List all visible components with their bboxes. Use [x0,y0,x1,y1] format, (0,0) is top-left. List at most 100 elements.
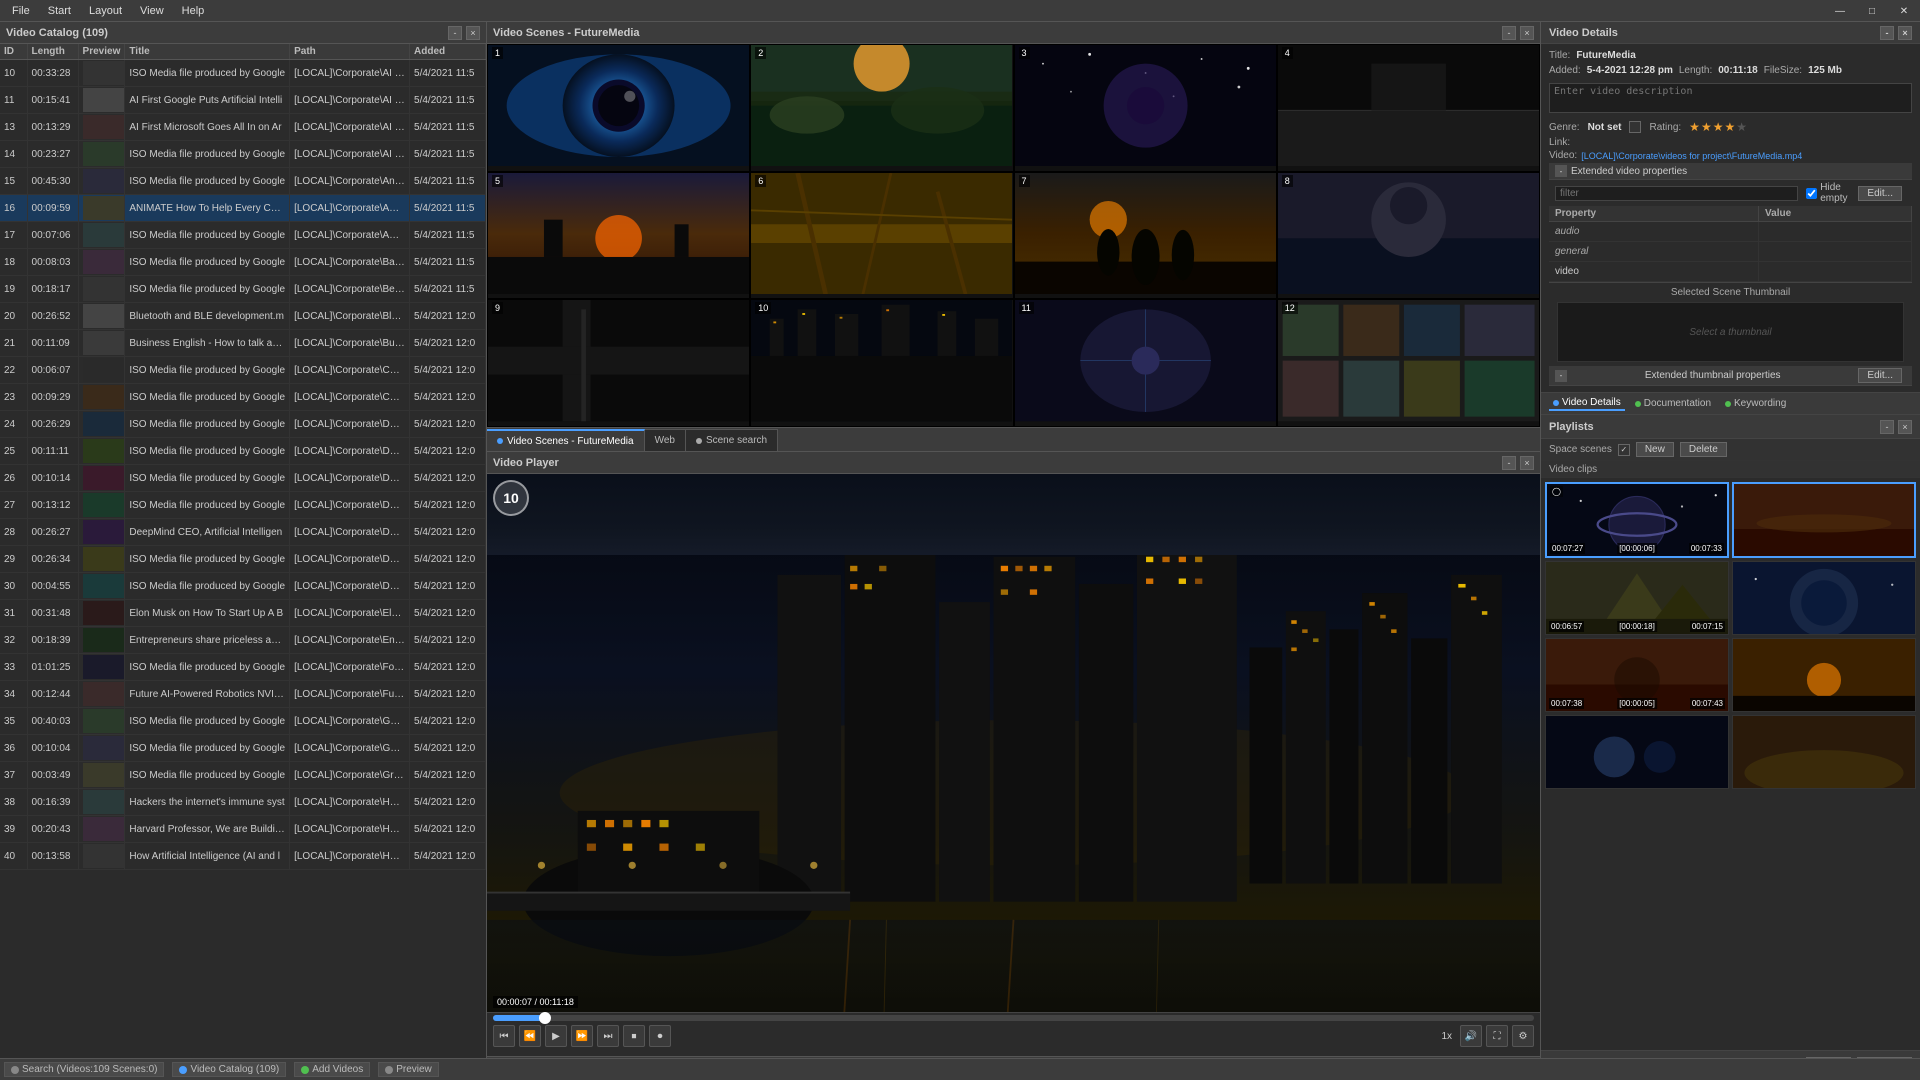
description-textarea[interactable] [1549,83,1912,113]
scene-thumb[interactable]: 2 [750,44,1013,172]
player-minimize-btn[interactable]: - [1502,456,1516,470]
record-button[interactable]: ⏺ [649,1025,671,1047]
table-row[interactable]: 26 00:10:14 ISO Media file produced by G… [0,465,486,492]
scene-thumb[interactable]: 11 [1014,299,1277,427]
table-row[interactable]: 15 00:45:30 ISO Media file produced by G… [0,168,486,195]
table-row[interactable]: 33 01:01:25 ISO Media file produced by G… [0,654,486,681]
table-row[interactable]: 18 00:08:03 ISO Media file produced by G… [0,249,486,276]
table-row[interactable]: 31 00:31:48 Elon Musk on How To Start Up… [0,600,486,627]
scene-thumb[interactable]: 5 [487,172,750,300]
ext-props-header[interactable]: - Extended video properties [1549,163,1912,180]
table-row[interactable]: 35 00:40:03 ISO Media file produced by G… [0,708,486,735]
table-row[interactable]: 13 00:13:29 AI First Microsoft Goes All … [0,114,486,141]
playlists-minimize-btn[interactable]: - [1880,420,1894,434]
table-row[interactable]: 37 00:03:49 ISO Media file produced by G… [0,762,486,789]
playlist-item[interactable]: 00:07:38 [00:00:05] 00:07:43 [1545,638,1729,712]
details-minimize-btn[interactable]: - [1880,26,1894,40]
fullscreen-button[interactable]: ⛶ [1486,1025,1508,1047]
table-row[interactable]: 32 00:18:39 Entrepreneurs share priceles… [0,627,486,654]
menu-view[interactable]: View [132,3,172,19]
table-row[interactable]: 39 00:20:43 Harvard Professor, We are Bu… [0,816,486,843]
prop-filter-input[interactable] [1555,186,1798,201]
table-row[interactable]: 20 00:26:52 Bluetooth and BLE developmen… [0,303,486,330]
playlist-item[interactable] [1545,715,1729,789]
star-1[interactable]: ★ [1689,120,1700,134]
catalog-minimize-btn[interactable]: - [448,26,462,40]
tab-video-details[interactable]: Video Details [1549,396,1625,411]
menu-file[interactable]: File [4,3,38,19]
star-5[interactable]: ★ [1736,120,1747,134]
new-playlist-btn[interactable]: New [1636,442,1674,457]
table-row[interactable]: 16 00:09:59 ANIMATE How To Help Every Ch… [0,195,486,222]
step-forward-button[interactable]: ⏩ [571,1025,593,1047]
stop-button[interactable]: ⏹ [623,1025,645,1047]
progress-handle[interactable] [539,1012,551,1024]
scene-thumb[interactable]: 9 [487,299,750,427]
playlist-item[interactable]: 00:06:57 [00:00:18] 00:07:15 [1545,561,1729,635]
catalog-close-btn[interactable]: × [466,26,480,40]
status-search[interactable]: Search (Videos:109 Scenes:0) [4,1062,164,1077]
player-viewport[interactable]: 10 00:00:07 / 00:11:18 [487,474,1540,1012]
table-row[interactable]: 29 00:26:34 ISO Media file produced by G… [0,546,486,573]
tab-web[interactable]: Web [645,429,686,451]
tab-keywording[interactable]: Keywording [1721,396,1790,411]
table-row[interactable]: 34 00:12:44 Future AI-Powered Robotics N… [0,681,486,708]
star-rating[interactable]: ★ ★ ★ ★ ★ [1689,120,1747,134]
tab-documentation[interactable]: Documentation [1631,396,1715,411]
close-button[interactable]: ✕ [1888,0,1920,22]
skip-forward-button[interactable]: ⏭ [597,1025,619,1047]
table-row[interactable]: 25 00:11:11 ISO Media file produced by G… [0,438,486,465]
star-2[interactable]: ★ [1701,120,1712,134]
table-row[interactable]: 14 00:23:27 ISO Media file produced by G… [0,141,486,168]
step-back-button[interactable]: ⏪ [519,1025,541,1047]
thumb-select-area[interactable]: Select a thumbnail [1557,302,1904,362]
ext-props-toggle[interactable]: - [1555,165,1567,177]
progress-bar[interactable] [493,1015,1534,1021]
star-3[interactable]: ★ [1713,120,1724,134]
details-close-btn[interactable]: × [1898,26,1912,40]
scene-thumb[interactable]: 8 [1277,172,1540,300]
maximize-button[interactable]: □ [1856,0,1888,22]
status-add-videos[interactable]: Add Videos [294,1062,370,1077]
table-row[interactable]: 21 00:11:09 Business English - How to ta… [0,330,486,357]
table-row[interactable]: 40 00:13:58 How Artificial Intelligence … [0,843,486,870]
playlist-item[interactable] [1732,561,1916,635]
star-4[interactable]: ★ [1724,120,1735,134]
volume-button[interactable]: 🔊 [1460,1025,1482,1047]
delete-playlist-btn[interactable]: Delete [1680,442,1727,457]
scene-thumb[interactable]: 3 [1014,44,1277,172]
scene-thumb[interactable]: 1 [487,44,750,172]
ext-thumb-header[interactable]: - Extended thumbnail properties Edit... [1549,366,1912,386]
scene-thumb[interactable]: 10 [750,299,1013,427]
table-row[interactable]: 19 00:18:17 ISO Media file produced by G… [0,276,486,303]
player-close-btn[interactable]: × [1520,456,1534,470]
playlist-item[interactable] [1732,638,1916,712]
tab-scene-search[interactable]: Scene search [686,429,778,451]
scene-thumb[interactable]: 6 [750,172,1013,300]
menu-start[interactable]: Start [40,3,79,19]
edit-button[interactable]: Edit... [1858,186,1902,201]
ext-thumb-edit-btn[interactable]: Edit... [1858,368,1902,383]
scenes-minimize-btn[interactable]: - [1502,26,1516,40]
status-catalog[interactable]: Video Catalog (109) [172,1062,286,1077]
table-row[interactable]: 30 00:04:55 ISO Media file produced by G… [0,573,486,600]
table-row[interactable]: 10 00:33:28 ISO Media file produced by G… [0,60,486,87]
table-row[interactable]: 38 00:16:39 Hackers the internet's immun… [0,789,486,816]
menu-layout[interactable]: Layout [81,3,130,19]
space-scenes-checkbox[interactable]: ✓ [1618,444,1630,456]
table-row[interactable]: 11 00:15:41 AI First Google Puts Artific… [0,87,486,114]
scene-thumb[interactable]: 7 [1014,172,1277,300]
scene-thumb[interactable]: 4 [1277,44,1540,172]
playlist-item[interactable] [1732,482,1916,558]
table-row[interactable]: 27 00:13:12 ISO Media file produced by G… [0,492,486,519]
scene-thumb[interactable]: 12 [1277,299,1540,427]
playlist-item[interactable] [1732,715,1916,789]
hide-empty-checkbox[interactable] [1806,188,1817,199]
minimize-button[interactable]: — [1824,0,1856,22]
status-preview[interactable]: Preview [378,1062,439,1077]
skip-back-button[interactable]: ⏮ [493,1025,515,1047]
table-row[interactable]: 36 00:10:04 ISO Media file produced by G… [0,735,486,762]
catalog-table-container[interactable]: ID Length Preview Title Path Added 10 00… [0,44,486,1058]
table-row[interactable]: 24 00:26:29 ISO Media file produced by G… [0,411,486,438]
playlist-item[interactable]: ◯ 00:07:27 [00:00:06] 00:07:33 [1545,482,1729,558]
